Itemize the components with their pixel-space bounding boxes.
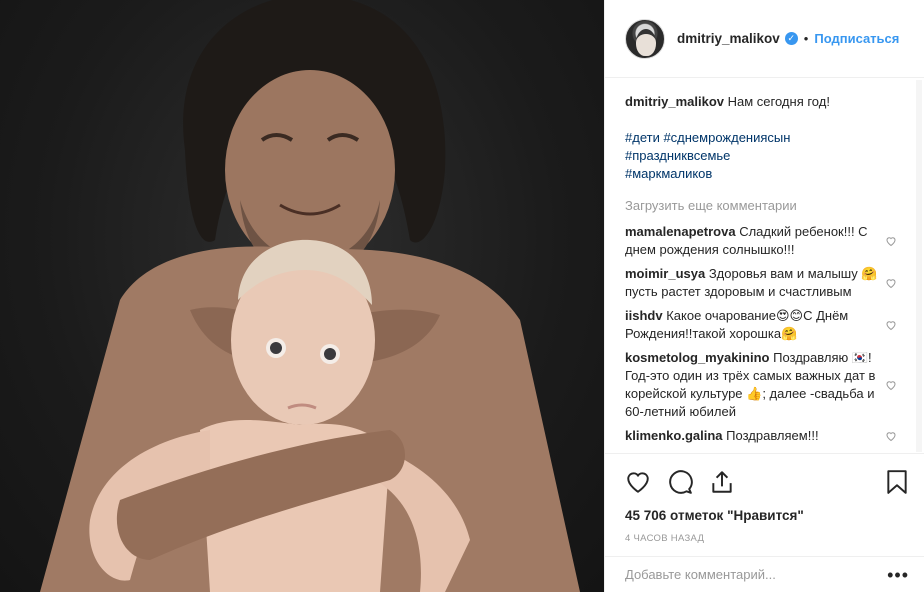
- follow-button[interactable]: Подписаться: [814, 31, 899, 46]
- comment-username[interactable]: moimir_usya: [625, 266, 705, 281]
- comment-item: kosmetolog_myakinino Поздравляю 🇰🇷! Год-…: [625, 349, 923, 421]
- more-options-button[interactable]: •••: [887, 566, 909, 584]
- post-photo[interactable]: [0, 0, 604, 592]
- caption-hashtags: #дети #сднемрождениясын #праздниквсемье …: [625, 129, 883, 183]
- caption-username[interactable]: dmitriy_malikov: [625, 94, 724, 109]
- hashtag-link[interactable]: #маркмаликов: [625, 165, 883, 183]
- avatar[interactable]: [625, 18, 665, 59]
- post-caption: dmitriy_malikov Нам сегодня год! #дети #…: [625, 93, 923, 183]
- post-actions: 45 706 отметок "Нравится" 4 часов назад: [605, 453, 924, 556]
- like-comment-heart-icon[interactable]: [885, 379, 897, 391]
- caption-text: Нам сегодня год!: [727, 94, 830, 109]
- comment-item: iishdv Какое очарование😍😊С Днём Рождения…: [625, 307, 923, 343]
- comment-username[interactable]: iishdv: [625, 308, 663, 323]
- comment-username[interactable]: mamalenapetrova: [625, 224, 736, 239]
- add-comment-bar: •••: [605, 556, 924, 592]
- header-separator: •: [803, 31, 809, 46]
- comment-username[interactable]: klimenko.galina: [625, 428, 723, 443]
- hashtag-link[interactable]: #праздниквсемье: [625, 147, 883, 165]
- author-username[interactable]: dmitriy_malikov: [677, 31, 780, 46]
- comment-username[interactable]: kosmetolog_myakinino: [625, 350, 769, 365]
- comments-list[interactable]: dmitriy_malikov Нам сегодня год! #дети #…: [605, 79, 923, 453]
- bookmark-save-icon[interactable]: [885, 469, 909, 495]
- load-more-comments-button[interactable]: Загрузить еще комментарии: [625, 197, 923, 215]
- action-icons-row: [625, 462, 909, 502]
- photo-illustration: [40, 0, 580, 592]
- like-comment-heart-icon[interactable]: [885, 430, 897, 442]
- post-timestamp[interactable]: 4 часов назад: [625, 533, 909, 544]
- add-comment-input[interactable]: [625, 567, 888, 582]
- post-side-panel: dmitriy_malikov ✓ • Подписаться dmitriy_…: [604, 0, 924, 592]
- comment-bubble-icon[interactable]: [667, 469, 693, 495]
- post-header: dmitriy_malikov ✓ • Подписаться: [605, 0, 924, 78]
- comment-text: Поздравляем!!!: [726, 428, 819, 443]
- likes-count[interactable]: 45 706 отметок "Нравится": [625, 508, 909, 523]
- comments-scrollbar[interactable]: [916, 80, 922, 452]
- like-comment-heart-icon[interactable]: [885, 277, 897, 289]
- share-icon[interactable]: [709, 469, 735, 495]
- comment-item: moimir_usya Здоровья вам и малышу 🤗пусть…: [625, 265, 923, 301]
- comment-item: klimenko.galina Поздравляем!!!: [625, 427, 923, 445]
- like-comment-heart-icon[interactable]: [885, 235, 897, 247]
- like-heart-icon[interactable]: [625, 469, 651, 495]
- hashtag-link[interactable]: #дети #сднемрождениясын: [625, 129, 883, 147]
- verified-badge-icon: ✓: [784, 32, 798, 45]
- comment-item: mamalenapetrova Сладкий ребенок!!! С дне…: [625, 223, 923, 259]
- like-comment-heart-icon[interactable]: [885, 319, 897, 331]
